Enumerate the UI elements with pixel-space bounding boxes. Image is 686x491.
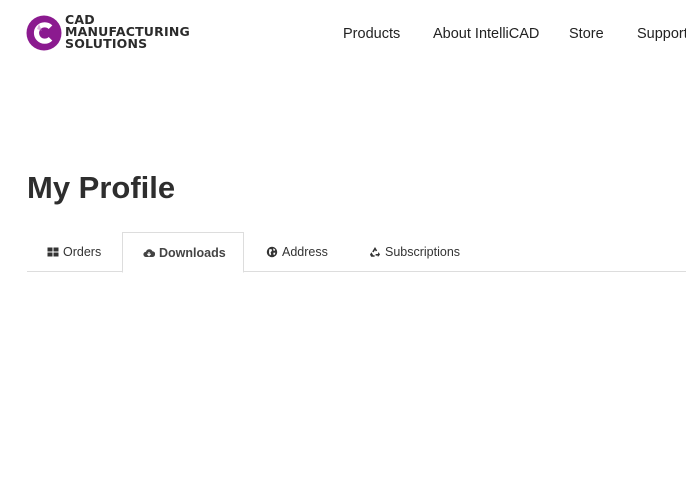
tab-downloads[interactable]: Downloads xyxy=(122,232,244,273)
nav-about-intellicad-link[interactable]: About IntelliCAD xyxy=(433,26,539,42)
tab-orders-label: Orders xyxy=(63,245,102,259)
profile-tabs: Orders Downloads Address Subscriptions xyxy=(27,232,686,273)
page-title: My Profile xyxy=(27,170,176,205)
tab-orders[interactable]: Orders xyxy=(27,232,122,272)
tab-address[interactable]: Address xyxy=(246,232,346,272)
cloud-download-icon xyxy=(143,247,155,259)
grid-icon xyxy=(47,246,59,258)
tab-downloads-label: Downloads xyxy=(159,245,226,260)
globe-icon xyxy=(266,246,278,258)
tab-subscriptions[interactable]: Subscriptions xyxy=(349,232,477,272)
main-nav: Products About IntelliCAD Store Support xyxy=(0,26,686,46)
nav-support-link[interactable]: Support xyxy=(637,26,686,42)
tab-subscriptions-label: Subscriptions xyxy=(385,245,461,259)
recycle-icon xyxy=(369,246,381,258)
nav-products-link[interactable]: Products xyxy=(343,26,400,42)
nav-store-link[interactable]: Store xyxy=(569,26,604,42)
tab-address-label: Address xyxy=(282,245,328,259)
site-header: CAD MANUFACTURING SOLUTIONS Products Abo… xyxy=(0,0,686,70)
